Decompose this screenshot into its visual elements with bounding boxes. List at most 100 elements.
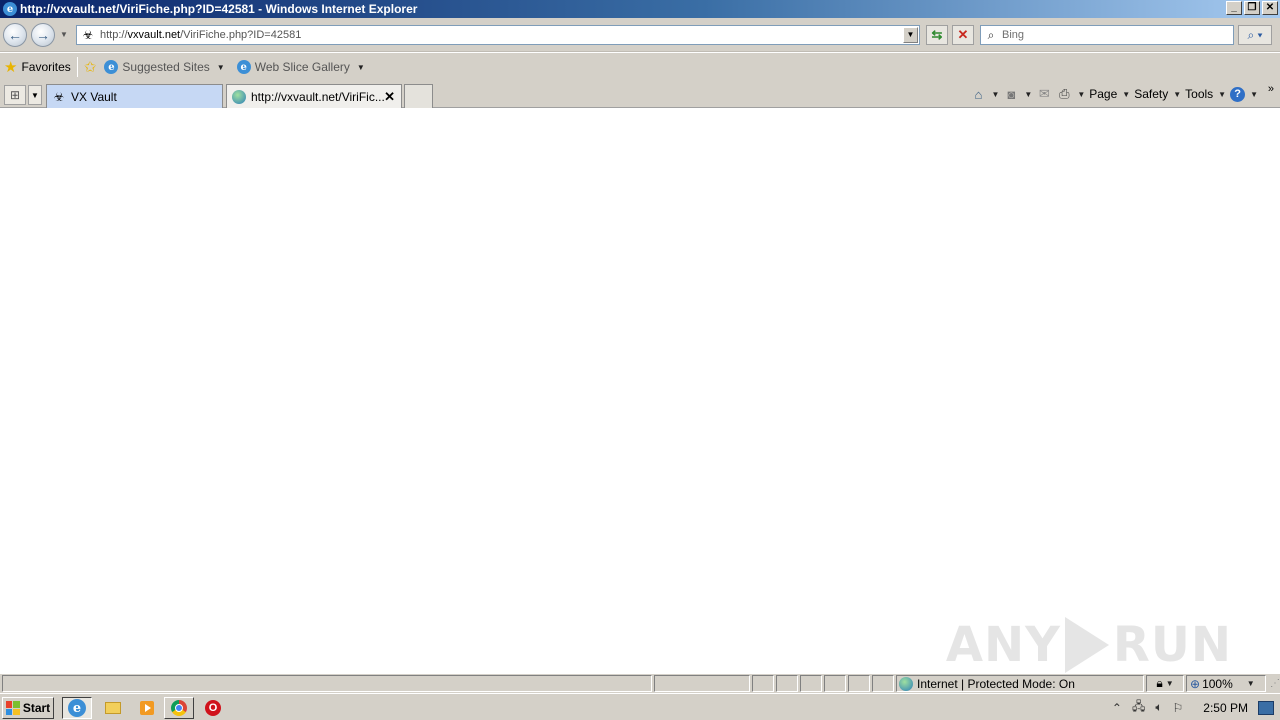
taskbar-media-player-button[interactable]	[132, 697, 162, 719]
page-menu-label: Page	[1089, 87, 1118, 101]
opera-icon: O	[205, 700, 221, 716]
window-title: http://vxvault.net/ViriFiche.php?ID=4258…	[20, 2, 418, 16]
windows-logo-icon	[5, 701, 20, 715]
read-mail-button[interactable]: ✉	[1036, 86, 1052, 102]
tab-label: http://vxvault.net/ViriFic...	[251, 89, 385, 104]
protected-mode-button[interactable]: 🔒︎ ▼	[1146, 675, 1184, 692]
status-pane	[752, 675, 774, 692]
stop-button[interactable]: ✕	[952, 25, 974, 45]
security-zone-pane[interactable]: Internet | Protected Mode: On	[896, 675, 1144, 692]
status-pane	[872, 675, 894, 692]
favorites-label: Favorites	[21, 60, 71, 74]
web-slice-gallery-label: Web Slice Gallery	[254, 60, 350, 74]
internet-explorer-icon: e	[68, 699, 86, 717]
add-to-favorites-button[interactable]: ✩	[84, 58, 97, 76]
web-slice-gallery-link[interactable]: e Web Slice Gallery ▼	[236, 60, 365, 74]
taskbar-opera-button[interactable]: O	[198, 697, 228, 719]
show-desktop-button[interactable]	[1258, 700, 1274, 715]
safety-menu[interactable]: Safety ▼	[1134, 87, 1181, 101]
page-menu[interactable]: Page ▼	[1089, 87, 1130, 101]
taskbar-ie-button[interactable]: e	[62, 697, 92, 719]
tab-vx-vault[interactable]: ☣ VX Vault	[46, 84, 223, 108]
network-icon[interactable]: 🖧︎	[1132, 697, 1145, 718]
window-controls: _ ❐ ✕	[1226, 1, 1278, 15]
chevron-down-icon: ▼	[356, 62, 365, 72]
volume-icon[interactable]: 🔈︎	[1155, 700, 1162, 715]
taskbar-explorer-button[interactable]	[98, 697, 128, 719]
refresh-button[interactable]: ⇆	[926, 25, 948, 45]
suggested-sites-label: Suggested Sites	[122, 60, 210, 74]
loading-globe-icon	[231, 89, 247, 105]
favorites-button[interactable]: ★ Favorites	[4, 58, 71, 76]
feeds-button[interactable]: ◙ ▼	[1003, 86, 1032, 102]
action-center-flag-icon[interactable]: ⚐	[1173, 701, 1184, 715]
status-pane	[824, 675, 846, 692]
page-content: ANY RUN	[0, 108, 1280, 673]
stop-icon: ✕	[957, 27, 969, 42]
start-label: Start	[22, 701, 51, 715]
search-icon: ⌕ ▾	[1247, 27, 1263, 42]
back-button[interactable]: ←	[3, 23, 27, 47]
lock-icon: 🔒︎	[1156, 676, 1163, 690]
internet-globe-icon	[899, 676, 913, 691]
ie-logo-icon: e	[2, 1, 18, 17]
refresh-icon: ⇆	[931, 27, 943, 42]
back-arrow-icon: ←	[8, 27, 22, 43]
restore-button[interactable]: ❐	[1244, 1, 1260, 15]
taskbar-chrome-button[interactable]	[164, 697, 194, 719]
status-text-pane	[2, 675, 652, 692]
forward-button[interactable]: →	[31, 23, 55, 47]
folder-icon	[105, 702, 121, 714]
clock[interactable]: 2:50 PM	[1203, 701, 1248, 715]
chevron-down-icon: ▼	[1218, 89, 1227, 99]
chevron-down-icon: ▼	[216, 62, 225, 72]
search-placeholder: Bing	[1002, 29, 1025, 41]
add-favorite-star-icon: ✩	[83, 59, 97, 76]
help-menu[interactable]: ? ▼	[1230, 86, 1258, 102]
close-window-button[interactable]: ✕	[1262, 1, 1278, 15]
favorites-bar: ★ Favorites ✩ e Suggested Sites ▼ e Web …	[0, 53, 1280, 81]
resize-grip-icon[interactable]: ⋰	[1270, 678, 1280, 689]
biohazard-site-icon: ☣	[82, 28, 94, 42]
tab-virifiche[interactable]: http://vxvault.net/ViriFic... ✕	[226, 84, 402, 108]
zoom-control[interactable]: ⊕ 100% ▼	[1186, 675, 1266, 692]
forward-arrow-icon: →	[36, 27, 50, 43]
play-logo-icon	[1064, 617, 1109, 673]
status-pane	[848, 675, 870, 692]
print-button[interactable]: ⎙ ▼	[1056, 86, 1085, 102]
suggested-sites-link[interactable]: e Suggested Sites ▼	[104, 60, 225, 74]
address-url[interactable]: http://vxvault.net/ViriFiche.php?ID=4258…	[100, 29, 301, 41]
tab-label: VX Vault	[71, 89, 117, 104]
chevron-down-icon: ▼	[1246, 679, 1255, 688]
home-button[interactable]: ⌂ ▼	[970, 86, 1000, 102]
tab-list-dropdown[interactable]: ▼	[28, 85, 42, 105]
chevron-down-icon: ▼	[991, 89, 1000, 99]
chevron-down-icon: ▼	[1122, 89, 1131, 99]
status-pane	[800, 675, 822, 692]
close-tab-icon[interactable]: ✕	[384, 89, 395, 105]
more-commands-chevron-icon[interactable]: »	[1268, 83, 1274, 95]
taskbar: Start e O ⌃ 🖧︎ 🔈︎ ⚐ 2:50 PM	[0, 693, 1280, 720]
search-box[interactable]: ⌕ Bing	[980, 25, 1234, 45]
rss-feed-icon: ◙	[1007, 86, 1016, 102]
safety-menu-label: Safety	[1134, 87, 1169, 101]
zoom-level: 100%	[1202, 676, 1233, 691]
address-dropdown-button[interactable]: ▼	[903, 27, 918, 43]
start-button[interactable]: Start	[2, 697, 54, 719]
ie-page-icon: e	[236, 60, 251, 74]
mail-icon: ✉	[1038, 86, 1050, 101]
chevron-down-icon: ▼	[1173, 89, 1182, 99]
new-tab-button[interactable]	[404, 84, 433, 108]
printer-icon: ⎙	[1059, 86, 1070, 101]
chevron-down-icon: ▼	[1024, 89, 1033, 99]
minimize-button[interactable]: _	[1226, 1, 1242, 15]
recent-pages-dropdown[interactable]: ▼	[60, 30, 68, 39]
tools-menu[interactable]: Tools ▼	[1185, 87, 1226, 101]
system-tray: ⌃ 🖧︎ 🔈︎ ⚐ 2:50 PM	[1112, 696, 1280, 719]
quick-tabs-button[interactable]: ⊞	[4, 85, 26, 105]
progress-pane	[654, 675, 750, 692]
search-button[interactable]: ⌕ ▾	[1238, 25, 1272, 45]
status-pane	[776, 675, 798, 692]
address-bar[interactable]: ☣ http://vxvault.net/ViriFiche.php?ID=42…	[76, 25, 920, 45]
show-hidden-icons-chevron-icon[interactable]: ⌃	[1112, 701, 1122, 715]
